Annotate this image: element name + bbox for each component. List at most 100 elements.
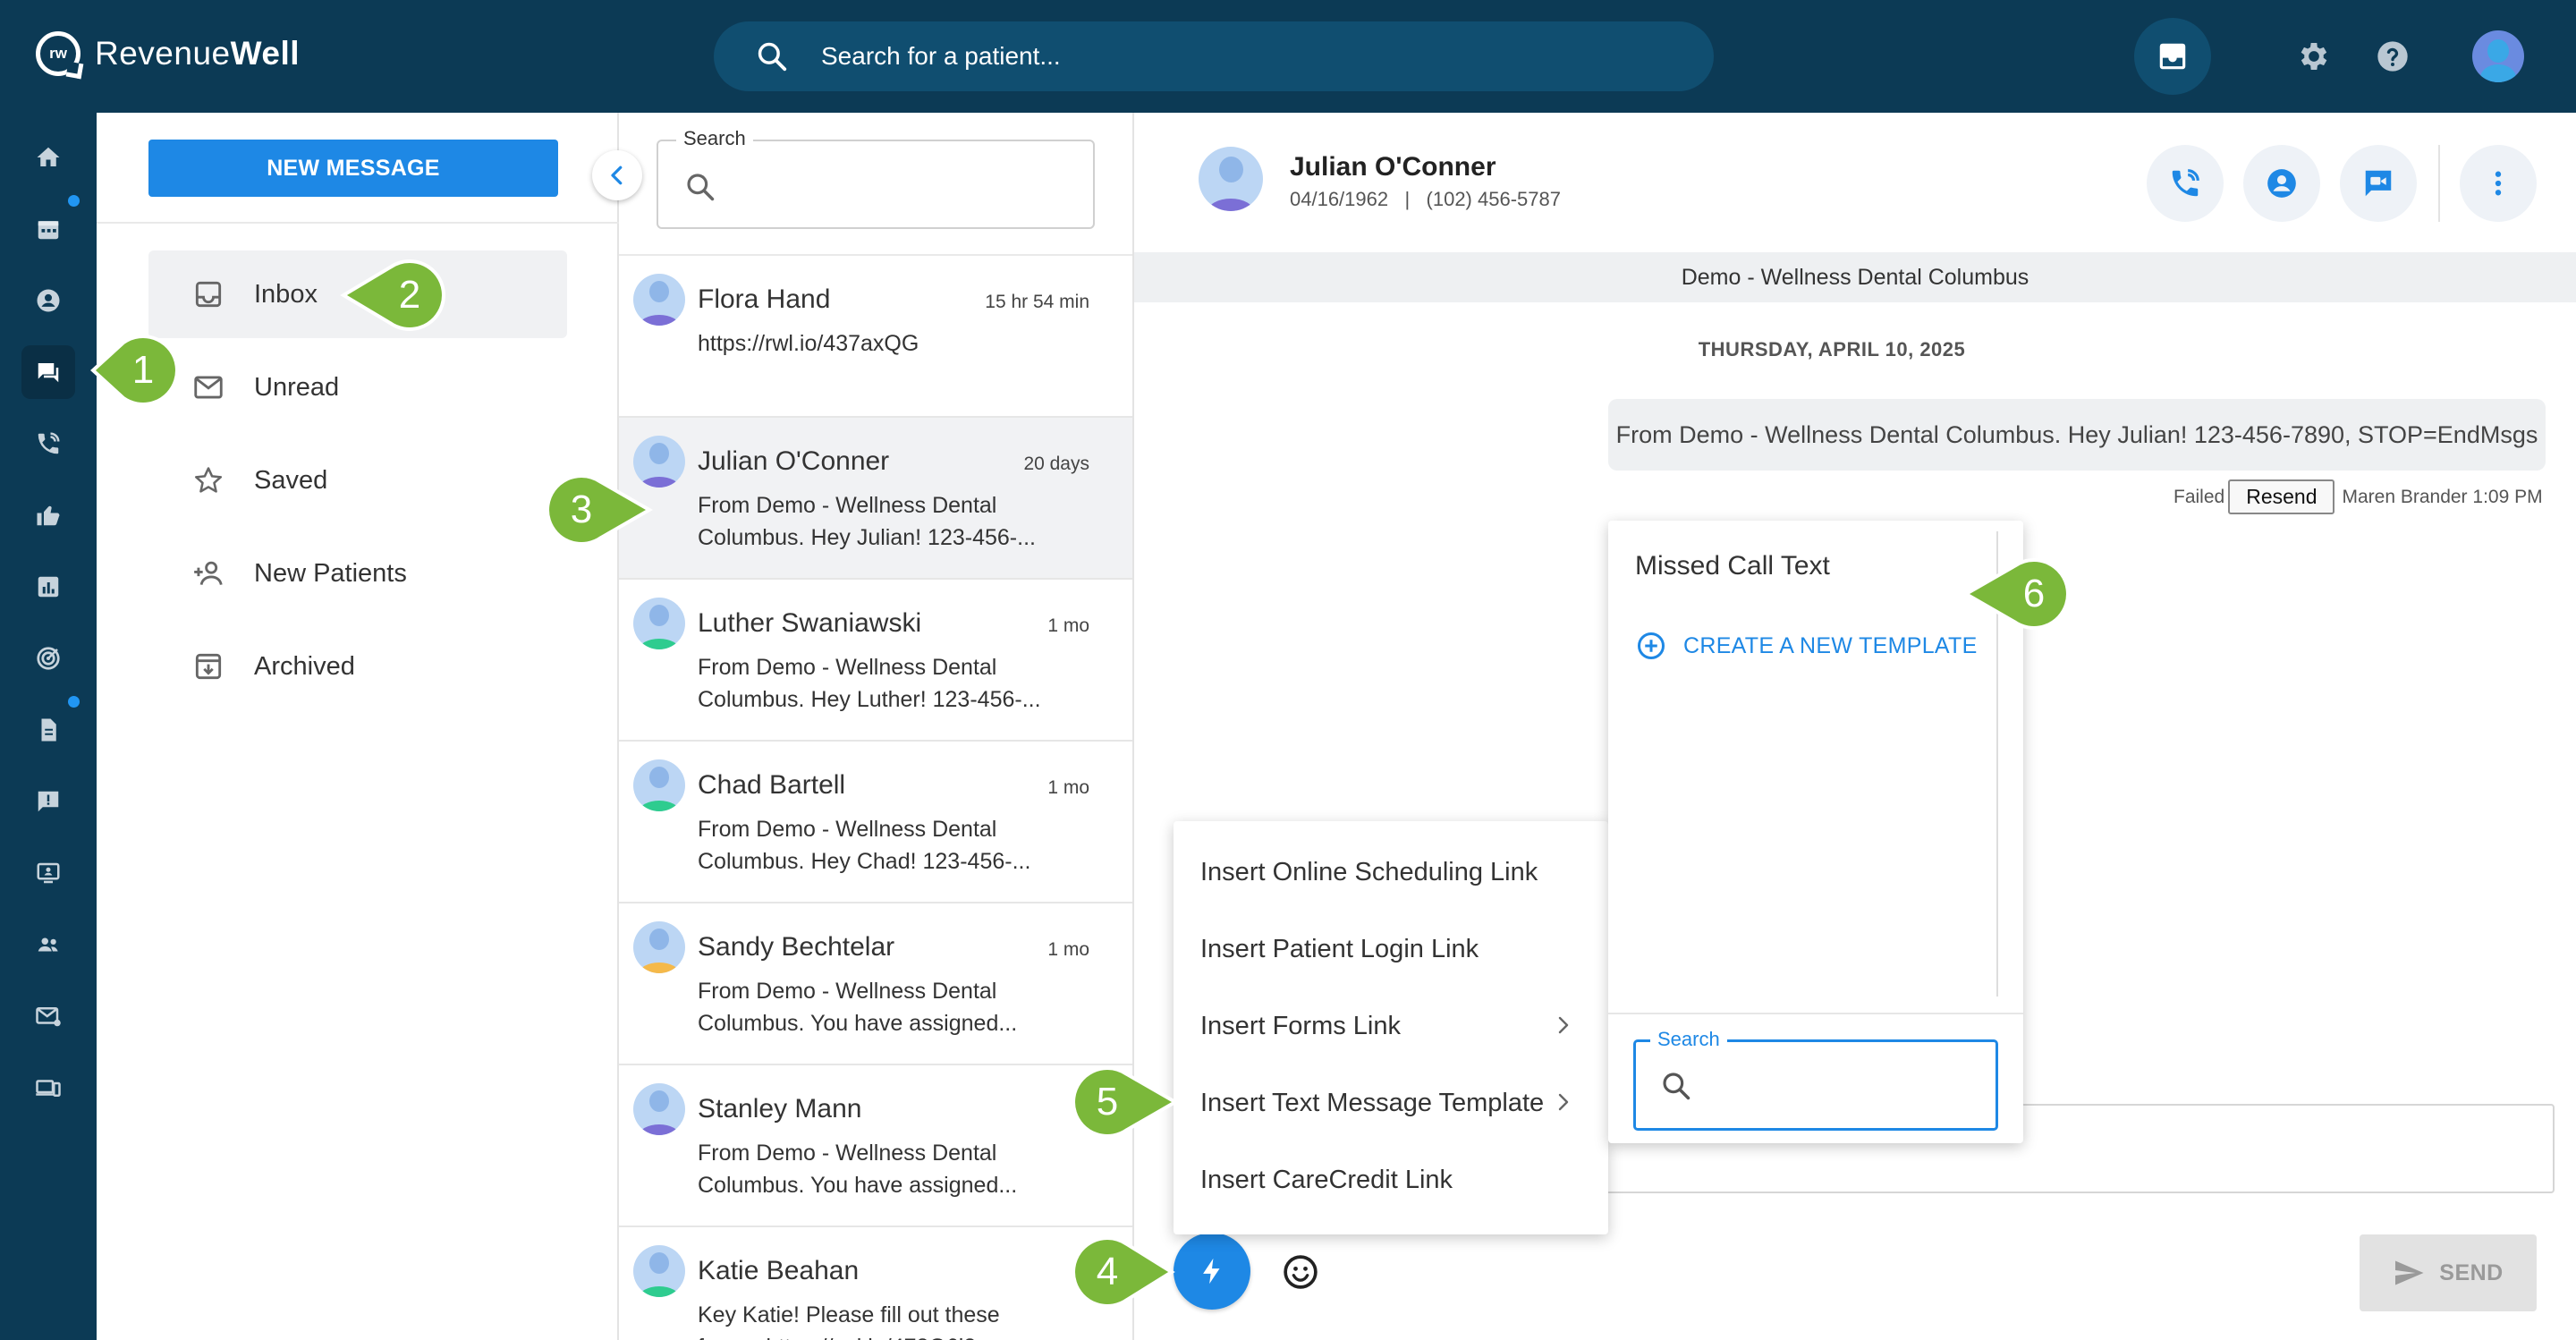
rail-patients[interactable]	[21, 274, 75, 327]
rail-team[interactable]	[21, 918, 75, 971]
patient-profile-button[interactable]	[2243, 145, 2320, 222]
settings-button[interactable]	[2293, 36, 2334, 77]
folder-saved[interactable]: Saved	[148, 437, 567, 524]
call-button[interactable]	[2147, 145, 2224, 222]
collapse-panel-button[interactable]	[592, 150, 642, 200]
menu-item-label: Insert Text Message Template	[1200, 1088, 1545, 1117]
create-template-label: CREATE A NEW TEMPLATE	[1683, 632, 1978, 658]
folder-unread[interactable]: Unread	[148, 343, 567, 431]
rail-reviews[interactable]	[21, 488, 75, 542]
menu-item-text-template[interactable]: Insert Text Message Template	[1174, 1064, 1608, 1141]
callout-number: 6	[2022, 572, 2046, 615]
conversation-time: 1 mo	[1047, 615, 1089, 636]
callout-2: 2	[340, 258, 447, 333]
send-button[interactable]: SEND	[2360, 1234, 2537, 1311]
patient-avatar	[633, 598, 685, 649]
folder-label: Inbox	[254, 279, 318, 309]
resend-button[interactable]: Resend	[2228, 479, 2335, 514]
left-nav-rail	[0, 113, 97, 1340]
feedback-icon	[38, 791, 59, 812]
chevron-right-icon	[1558, 1016, 1569, 1034]
menu-item-online-scheduling[interactable]: Insert Online Scheduling Link	[1174, 834, 1608, 911]
folder-new-patients[interactable]: New Patients	[148, 530, 567, 617]
logo-text: RevenueWell	[95, 35, 300, 72]
logo-text-bold: Well	[230, 35, 301, 72]
revenuewell-logo[interactable]: rw RevenueWell	[36, 27, 300, 81]
rail-analytics[interactable]	[21, 560, 75, 614]
account-circle-icon	[2267, 169, 2296, 198]
conversation-item[interactable]: Luther Swaniawski 1 mo From Demo - Welln…	[619, 580, 1132, 742]
conversation-search-label: Search	[676, 127, 753, 150]
conversation-item[interactable]: Flora Hand 15 hr 54 min https://rwl.io/4…	[619, 256, 1132, 418]
conversation-item[interactable]: Stanley Mann 1 From Demo - Wellness Dent…	[619, 1065, 1132, 1227]
conversation-name: Sandy Bechtelar	[698, 932, 895, 962]
template-missed-call-text[interactable]: Missed Call Text	[1635, 551, 1830, 581]
star-icon	[194, 467, 223, 493]
logo-text-light: Revenue	[95, 35, 231, 72]
help-button[interactable]	[2372, 36, 2413, 77]
menu-item-patient-login[interactable]: Insert Patient Login Link	[1174, 911, 1608, 988]
home-icon	[37, 147, 60, 166]
top-bar: rw RevenueWell Search for a patient...	[0, 0, 2576, 113]
conversation-item[interactable]: Katie Beahan 2 Key Katie! Please fill ou…	[619, 1227, 1132, 1340]
inbox-tray-button[interactable]	[2134, 18, 2211, 95]
user-avatar[interactable]	[2472, 30, 2524, 82]
quick-insert-button[interactable]	[1174, 1233, 1250, 1310]
patient-search-bar[interactable]: Search for a patient...	[714, 21, 1714, 91]
conversation-preview: From Demo - Wellness Dental Columbus. He…	[698, 655, 1041, 712]
patient-search-placeholder: Search for a patient...	[821, 42, 1061, 70]
conversation-preview: From Demo - Wellness Dental Columbus. Yo…	[698, 979, 1018, 1036]
date-divider: THURSDAY, APRIL 10, 2025	[1698, 338, 1966, 360]
monitor-person-icon	[37, 862, 60, 884]
chevron-left-icon	[611, 165, 623, 185]
rail-forms[interactable]	[21, 703, 75, 757]
conversation-preview: From Demo - Wellness Dental Columbus. He…	[698, 493, 1036, 550]
failed-status: Failed	[2174, 486, 2225, 507]
rail-kiosk[interactable]	[21, 846, 75, 900]
phone-callback-icon	[38, 432, 60, 454]
thumb-up-icon	[37, 505, 60, 526]
location-banner: Demo - Wellness Dental Columbus	[1134, 252, 2576, 302]
rail-feedback[interactable]	[21, 775, 75, 828]
conversation-item-selected[interactable]: Julian O'Conner 20 days From Demo - Well…	[619, 418, 1132, 580]
folder-label: Saved	[254, 465, 328, 495]
folder-archived[interactable]: Archived	[148, 623, 567, 710]
inbox-tray-icon	[2159, 43, 2186, 70]
video-call-button[interactable]	[2340, 145, 2417, 222]
menu-item-carecredit[interactable]: Insert CareCredit Link	[1174, 1141, 1608, 1218]
rail-devices[interactable]	[21, 1061, 75, 1115]
emoji-button[interactable]	[1281, 1252, 1320, 1292]
template-search-input[interactable]: Search	[1633, 1028, 1998, 1131]
message-status: Failed Resend Maren Brander 1:09 PM	[2174, 479, 2543, 514]
conversation-search-input[interactable]: Search	[657, 127, 1095, 229]
rail-home[interactable]	[21, 131, 75, 184]
more-options-button[interactable]	[2460, 145, 2537, 222]
rail-email[interactable]	[21, 989, 75, 1043]
chevron-right-icon	[1558, 1093, 1569, 1111]
inbox-icon	[195, 281, 222, 308]
logo-initials: rw	[49, 45, 67, 62]
header-separator	[2438, 145, 2440, 222]
template-divider	[1608, 1013, 2023, 1014]
rail-campaigns[interactable]	[21, 632, 75, 685]
conversation-item[interactable]: Sandy Bechtelar 1 mo From Demo - Wellnes…	[619, 903, 1132, 1065]
menu-item-forms-link[interactable]: Insert Forms Link	[1174, 988, 1608, 1064]
callout-1: 1	[90, 333, 181, 408]
new-message-button[interactable]: NEW MESSAGE	[148, 140, 558, 197]
menu-item-label: Insert Forms Link	[1200, 1011, 1401, 1040]
chat-icon	[38, 363, 59, 383]
rail-calendar[interactable]	[21, 202, 75, 256]
callout-number: 2	[398, 273, 421, 317]
folder-label: Archived	[254, 651, 355, 681]
create-template-link[interactable]: CREATE A NEW TEMPLATE	[1635, 630, 1978, 662]
logo-mark: rw	[36, 31, 80, 76]
conversation-item[interactable]: Chad Bartell 1 mo From Demo - Wellness D…	[619, 742, 1132, 903]
rail-calls[interactable]	[21, 417, 75, 471]
patient-name[interactable]: Julian O'Conner	[1290, 152, 1496, 182]
conversation-name: Luther Swaniawski	[698, 608, 922, 638]
conversation-name: Chad Bartell	[698, 770, 846, 800]
target-icon	[37, 647, 60, 670]
rail-messages[interactable]	[21, 345, 75, 399]
mail-icon	[194, 376, 223, 399]
menu-item-label: Insert CareCredit Link	[1200, 1165, 1453, 1194]
